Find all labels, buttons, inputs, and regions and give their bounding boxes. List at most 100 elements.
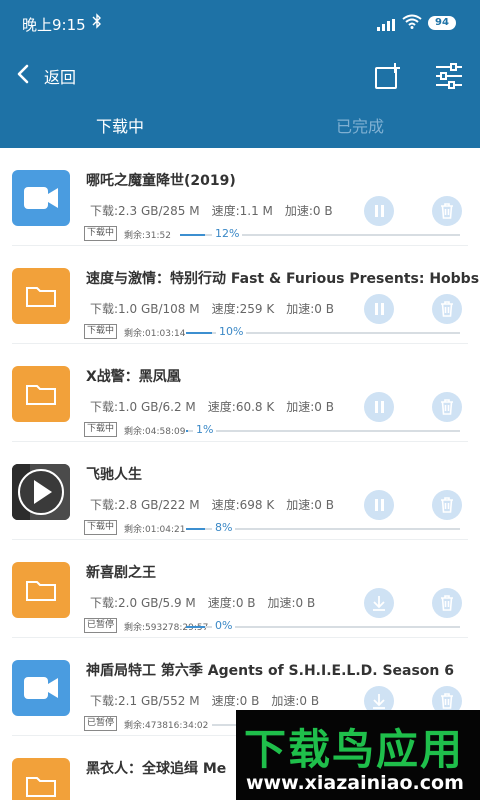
item-stats: 下载:1.0 GB/108 M 速度:259 K 加速:0 B [90,300,346,317]
watermark: 下载鸟应用 www.xiazainiao.com [236,710,480,800]
item-stats: 下载:2.1 GB/552 M 速度:0 B 加速:0 B [90,692,331,709]
status-bar: 晚上9:15 94 [0,0,480,48]
pause-icon [364,499,394,524]
folder-icon [12,268,70,324]
remaining-time: 剩余:04:58:09 [124,427,186,437]
status-badge: 下载中 [84,226,118,241]
remaining-time: 剩余:31:52 [124,231,171,241]
battery-indicator: 94 [428,16,456,30]
folder-icon [12,366,70,422]
bluetooth-icon [92,13,102,33]
pause-icon [364,303,394,328]
item-title: 飞驰人生 [86,467,142,483]
delete-button[interactable] [432,588,462,618]
trash-icon [432,399,462,426]
boost-speed: 加速:0 B [267,596,316,610]
video-icon [12,660,70,716]
tab-bar: 下载中 已完成 [0,106,480,148]
progress-fill [186,528,205,530]
item-stats: 下载:2.0 GB/5.9 M 速度:0 B 加速:0 B [90,594,327,611]
pause-icon [364,401,394,426]
pause-icon [364,205,394,230]
progress-percent: 1% [193,423,217,436]
resume-button[interactable] [364,588,394,618]
app-header: 晚上9:15 94 返回 下载中 已完成 [0,0,480,148]
chevron-left-icon [16,64,30,88]
folder-icon [12,562,70,618]
item-stats: 下载:1.0 GB/6.2 M 速度:60.8 K 加速:0 B [90,398,346,415]
trash-icon [432,203,462,230]
status-badge: 下载中 [84,324,118,339]
watermark-title: 下载鸟应用 [244,725,465,774]
download-icon [364,596,394,622]
remaining-time: 剩余:473816:34:02 [124,721,209,731]
progress-fill [186,430,188,432]
progress-percent: 10% [216,325,247,338]
boost-speed: 加速:0 B [284,204,333,218]
status-badge: 下载中 [84,422,118,437]
back-button[interactable]: 返回 [16,62,86,88]
boost-speed: 加速:0 B [271,694,320,708]
tab-downloading[interactable]: 下载中 [0,106,240,148]
status-time: 晚上9:15 [22,16,86,34]
progress-percent: 12% [212,227,243,240]
video-icon [12,170,70,226]
downloaded-size: 下载:1.0 GB/6.2 M [90,400,196,414]
download-speed: 速度:259 K [211,302,275,316]
progress-fill [180,234,205,236]
item-title: 速度与激情：特别行动 Fast & Furious Presents: Hobb… [86,271,480,287]
folder-icon [12,758,70,800]
download-list: 哪吒之魔童降世(2019) 下载:2.3 GB/285 M 速度:1.1 M 加速:0… [0,148,480,800]
delete-button[interactable] [432,294,462,324]
item-title: 哪吒之魔童降世(2019) [86,173,236,189]
download-item[interactable]: 速度与激情：特别行动 Fast & Furious Presents: Hobb… [0,246,480,344]
boost-speed: 加速:0 B [286,400,334,414]
item-title: X战警：黑凤凰 [86,369,181,385]
pause-button[interactable] [364,490,394,520]
download-speed: 速度:0 B [207,596,256,610]
progress-bar [186,430,460,432]
download-item[interactable]: X战警：黑凤凰下载:1.0 GB/6.2 M 速度:60.8 K 加速:0 B 下载中… [0,344,480,442]
download-speed: 速度:60.8 K [207,400,275,414]
download-item[interactable]: 哪吒之魔童降世(2019) 下载:2.3 GB/285 M 速度:1.1 M 加速:0… [0,148,480,246]
item-title: 新喜剧之王 [86,565,156,581]
status-badge: 下载中 [84,520,118,535]
signal-icon [377,16,395,35]
download-speed: 速度:1.1 M [211,204,273,218]
status-badge: 已暂停 [84,618,118,633]
new-task-button[interactable] [374,62,402,90]
progress-percent: 8% [212,521,236,534]
trash-icon [432,595,462,622]
add-file-icon [375,63,400,89]
item-title: 黑衣人：全球追缉 Me [86,761,227,777]
delete-button[interactable] [432,490,462,520]
download-item[interactable]: 飞驰人生 下载:2.8 GB/222 M 速度:698 K 加速:0 B 下载中 剩余:0… [0,442,480,540]
filter-button[interactable] [434,62,464,90]
downloaded-size: 下载:2.0 GB/5.9 M [90,596,196,610]
download-item[interactable]: 新喜剧之王 下载:2.0 GB/5.9 M 速度:0 B 加速:0 B 已暂停 剩余:59… [0,540,480,638]
progress-fill [186,332,212,334]
pause-button[interactable] [364,392,394,422]
item-stats: 下载:2.8 GB/222 M 速度:698 K 加速:0 B [90,496,346,513]
back-label: 返回 [44,68,77,87]
downloaded-size: 下载:2.8 GB/222 M [90,498,200,512]
pause-button[interactable] [364,294,394,324]
trash-icon [432,497,462,524]
downloaded-size: 下载:1.0 GB/108 M [90,302,200,316]
tab-completed[interactable]: 已完成 [240,106,480,148]
remaining-time: 剩余:01:03:14 [124,329,186,339]
delete-button[interactable] [432,392,462,422]
pause-button[interactable] [364,196,394,226]
progress-fill [186,626,205,628]
item-stats: 下载:2.3 GB/285 M 速度:1.1 M 加速:0 B [90,202,345,219]
download-speed: 速度:0 B [211,694,260,708]
downloaded-size: 下载:2.1 GB/552 M [90,694,200,708]
trash-icon [432,301,462,328]
sliders-icon [436,63,462,89]
top-toolbar: 返回 [0,52,480,96]
item-title: 神盾局特工 第六季 Agents of S.H.I.E.L.D. Season … [86,663,455,679]
delete-button[interactable] [432,196,462,226]
play-thumbnail [12,464,70,520]
wifi-icon [402,14,422,33]
status-badge: 已暂停 [84,716,118,731]
